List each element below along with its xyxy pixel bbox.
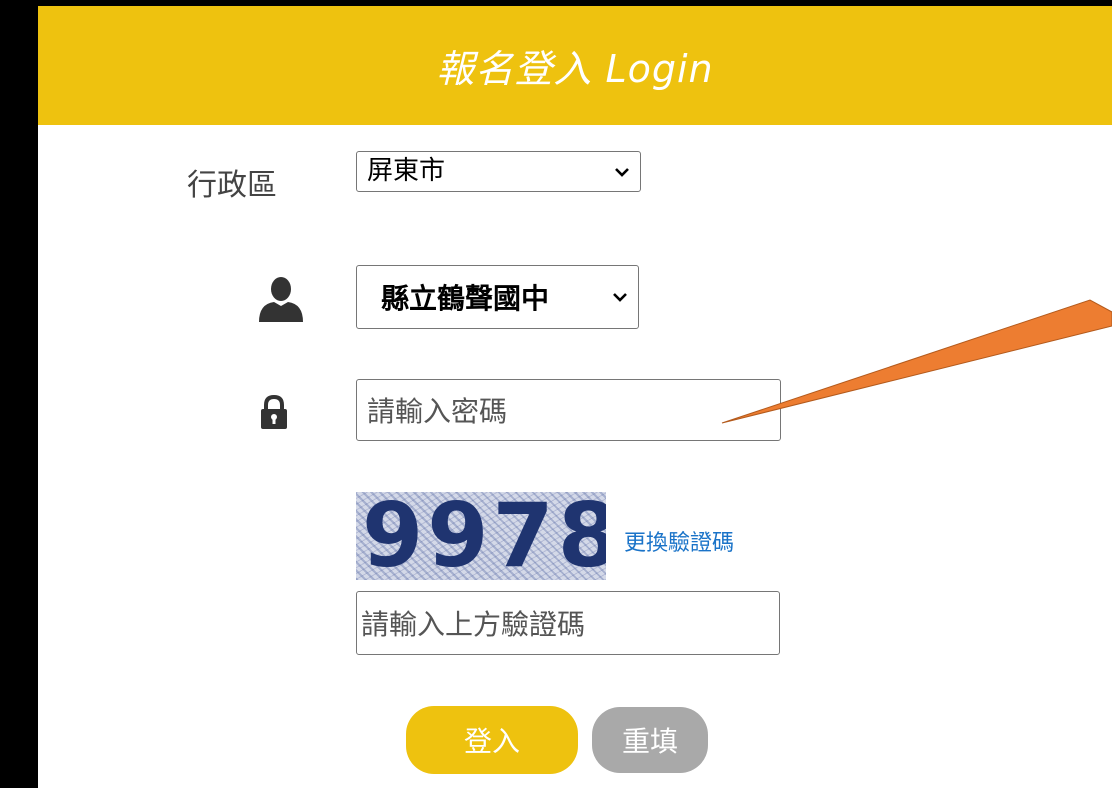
reset-button[interactable]: 重填	[592, 707, 708, 773]
school-select[interactable]: 縣立鶴聲國中	[356, 265, 639, 329]
chevron-down-icon	[604, 152, 640, 191]
login-header: 報名登入 Login	[38, 6, 1112, 125]
captcha-field[interactable]: 請輸入上方驗證碼	[356, 591, 780, 655]
refresh-captcha-link[interactable]: 更換驗證碼	[624, 525, 734, 557]
captcha-code: 99782	[362, 492, 606, 580]
password-field[interactable]: 請輸入密碼	[356, 379, 781, 441]
user-icon	[259, 277, 303, 322]
lock-icon	[261, 395, 287, 429]
chevron-down-icon	[602, 266, 638, 328]
district-select[interactable]: 屏東市	[356, 151, 641, 192]
school-select-value: 縣立鶴聲國中	[381, 282, 550, 315]
page-title: 報名登入 Login	[436, 47, 714, 91]
district-label: 行政區	[187, 168, 277, 203]
district-select-value: 屏東市	[367, 156, 446, 186]
captcha-image: 99782	[356, 492, 606, 580]
login-button[interactable]: 登入	[406, 706, 578, 774]
